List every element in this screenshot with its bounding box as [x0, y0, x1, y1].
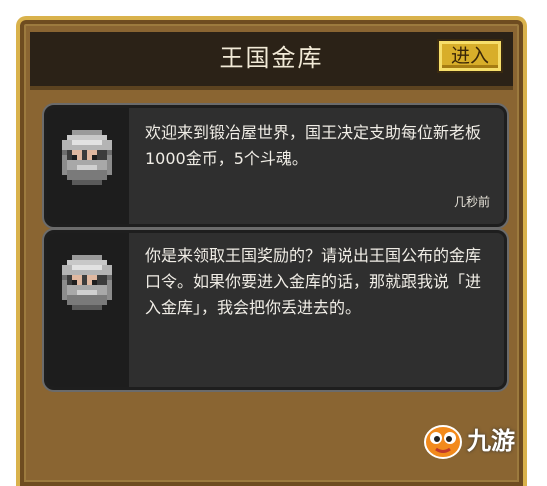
knight-helmet-icon [57, 130, 117, 190]
message-text: 欢迎来到锻冶屋世界，国王决定支助每位新老板1000金币，5个斗魂。 [145, 123, 482, 168]
watermark-logo-icon [424, 425, 462, 459]
title-bar: 王国金库 进入 [30, 32, 513, 90]
message-card: 欢迎来到锻冶屋世界，国王决定支助每位新老板1000金币，5个斗魂。 几秒前 [44, 105, 507, 227]
message-card: 你是来领取王国奖励的？请说出王国公布的金库口令。如果你要进入金库的话，那就跟我说… [44, 230, 507, 390]
knight-helmet-icon [57, 255, 117, 315]
enter-button[interactable]: 进入 [439, 41, 501, 71]
message-timestamp: 几秒前 [453, 195, 490, 209]
message-text: 你是来领取王国奖励的？请说出王国公布的金库口令。如果你要进入金库的话，那就跟我说… [145, 246, 482, 317]
watermark-text: 九游 [467, 427, 515, 455]
watermark: 九游 [421, 416, 539, 460]
